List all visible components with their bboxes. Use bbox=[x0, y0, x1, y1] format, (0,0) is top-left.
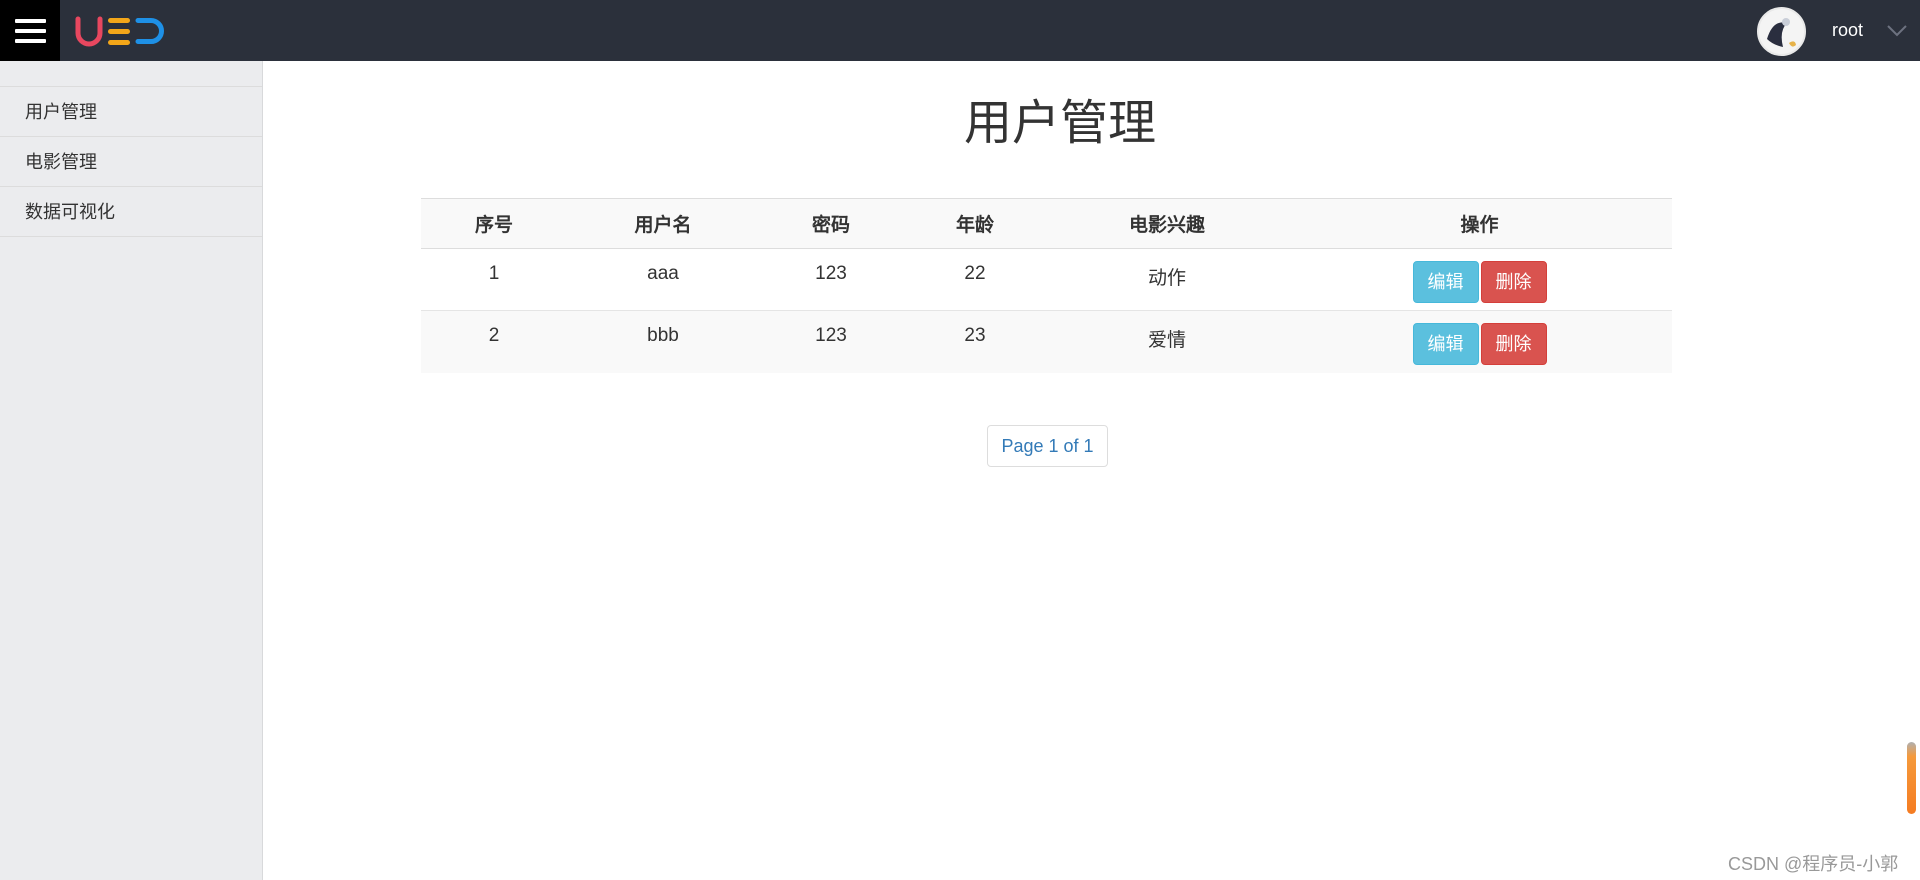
top-navbar: root bbox=[0, 0, 1920, 61]
users-table: 序号 用户名 密码 年龄 电影兴趣 操作 1 aaa 123 22 动作 编辑删… bbox=[421, 198, 1672, 373]
hamburger-menu-icon[interactable] bbox=[0, 0, 60, 61]
delete-button[interactable]: 删除 bbox=[1480, 261, 1547, 303]
sidebar-item-movie-management[interactable]: 电影管理 bbox=[0, 137, 262, 187]
column-header-password: 密码 bbox=[759, 198, 903, 249]
column-header-movie-interest: 电影兴趣 bbox=[1047, 198, 1287, 249]
watermark: CSDN @程序员-小郭 bbox=[1728, 854, 1899, 874]
sidebar-menu: 用户管理 电影管理 数据可视化 bbox=[0, 86, 262, 237]
sidebar: 用户管理 电影管理 数据可视化 bbox=[0, 61, 263, 880]
column-header-actions: 操作 bbox=[1287, 198, 1672, 249]
column-header-username: 用户名 bbox=[567, 198, 759, 249]
cell-actions: 编辑 删除 bbox=[1287, 310, 1672, 373]
delete-button[interactable]: 删除 bbox=[1480, 323, 1547, 365]
username-label[interactable]: root bbox=[1832, 20, 1863, 41]
cell-password: 123 bbox=[759, 248, 903, 311]
cell-age: 23 bbox=[903, 310, 1047, 373]
cell-movie-interest: 爱情 bbox=[1047, 310, 1287, 373]
scrollbar-thumb[interactable] bbox=[1907, 742, 1916, 814]
table-header-row: 序号 用户名 密码 年龄 电影兴趣 操作 bbox=[421, 198, 1672, 249]
cell-age: 22 bbox=[903, 248, 1047, 311]
cell-actions: 编辑 删除 bbox=[1287, 248, 1672, 311]
cell-index: 1 bbox=[421, 248, 567, 311]
column-header-age: 年龄 bbox=[903, 198, 1047, 249]
cell-username: bbb bbox=[567, 310, 759, 373]
sidebar-item-user-management[interactable]: 用户管理 bbox=[0, 87, 262, 137]
cell-index: 2 bbox=[421, 310, 567, 373]
sidebar-item-data-visualization[interactable]: 数据可视化 bbox=[0, 187, 262, 237]
column-header-index: 序号 bbox=[421, 198, 567, 249]
ued-logo[interactable] bbox=[75, 15, 170, 47]
table-row: 2 bbb 123 23 爱情 编辑 删除 bbox=[421, 310, 1672, 373]
cell-movie-interest: 动作 bbox=[1047, 248, 1287, 311]
cell-password: 123 bbox=[759, 310, 903, 373]
table-row: 1 aaa 123 22 动作 编辑 删除 bbox=[421, 248, 1672, 311]
edit-button[interactable]: 编辑 bbox=[1412, 323, 1479, 365]
page-title: 用户管理 bbox=[964, 95, 1157, 151]
cell-username: aaa bbox=[567, 248, 759, 311]
chevron-down-icon[interactable] bbox=[1886, 22, 1908, 38]
edit-button[interactable]: 编辑 bbox=[1412, 261, 1479, 303]
pagination-button[interactable]: Page 1 of 1 bbox=[987, 425, 1108, 467]
user-avatar[interactable] bbox=[1757, 7, 1806, 56]
